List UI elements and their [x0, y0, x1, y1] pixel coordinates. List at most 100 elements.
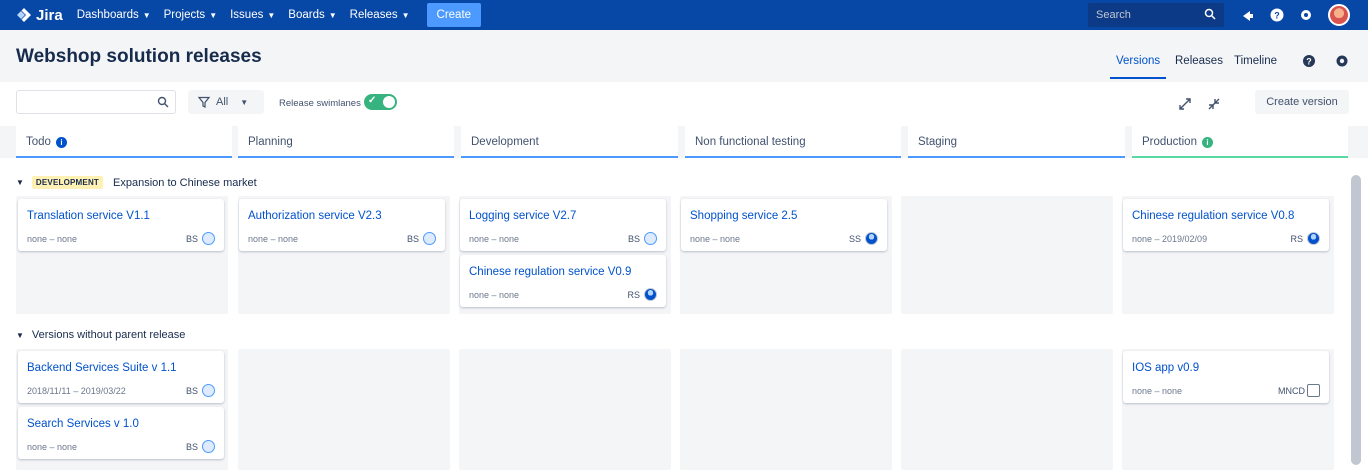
- version-search-input[interactable]: [16, 90, 176, 114]
- lane-cell: [459, 349, 671, 470]
- owner-initials: BS: [627, 234, 640, 244]
- tab-versions[interactable]: Versions: [1116, 55, 1160, 67]
- column-header-development: Development: [461, 126, 678, 158]
- filter-dropdown[interactable]: All ▼: [188, 90, 264, 114]
- version-dates: none – none: [690, 234, 741, 244]
- version-title[interactable]: Chinese regulation service V0.8: [1132, 210, 1294, 222]
- info-icon[interactable]: i: [1201, 136, 1213, 148]
- chevron-down-icon: ▼: [209, 10, 218, 20]
- expand-icon[interactable]: [1177, 96, 1193, 112]
- version-card[interactable]: Translation service V1.1 none – none BS: [18, 199, 224, 251]
- version-card[interactable]: Authorization service V2.3 none – none B…: [239, 199, 445, 251]
- svg-text:?: ?: [1274, 11, 1280, 21]
- version-dates: none – none: [469, 234, 520, 244]
- board-toolbar: All ▼ Release swimlanes ✓ Create version: [0, 82, 1368, 126]
- version-card[interactable]: Shopping service 2.5 none – none SS: [681, 199, 887, 251]
- nav-issues[interactable]: Issues ▼: [230, 9, 275, 21]
- version-dates: none – none: [27, 442, 78, 452]
- version-card[interactable]: IOS app v0.9 none – none MNCD: [1123, 351, 1329, 403]
- owner-avatar-icon: [644, 288, 657, 301]
- info-icon[interactable]: i: [55, 136, 67, 148]
- nav-dashboards[interactable]: Dashboards ▼: [77, 9, 151, 21]
- filter-label: All: [216, 96, 229, 108]
- chevron-down-icon: ▼: [142, 10, 151, 20]
- version-title[interactable]: Chinese regulation service V0.9: [469, 266, 631, 278]
- filter-funnel-icon: [198, 96, 210, 108]
- version-title[interactable]: IOS app v0.9: [1132, 362, 1199, 374]
- search-placeholder: Search: [1096, 9, 1131, 21]
- owner-initials: BS: [406, 234, 419, 244]
- version-card[interactable]: Logging service V2.7 none – none BS: [460, 199, 666, 251]
- column-name: Production: [1142, 136, 1197, 148]
- version-card[interactable]: Backend Services Suite v 1.1 2018/11/11 …: [18, 351, 224, 403]
- owner-initials: BS: [185, 386, 198, 396]
- help-icon[interactable]: ?: [1269, 7, 1285, 23]
- check-icon: ✓: [368, 95, 377, 106]
- version-title[interactable]: Backend Services Suite v 1.1: [27, 362, 177, 374]
- version-title[interactable]: Logging service V2.7: [469, 210, 576, 222]
- version-dates: none – none: [248, 234, 299, 244]
- lane-cell: [901, 196, 1113, 314]
- settings-gear-icon[interactable]: [1298, 7, 1314, 23]
- version-card[interactable]: Chinese regulation service V0.8 none – 2…: [1123, 199, 1329, 251]
- swimlane-title: Versions without parent release: [31, 329, 186, 341]
- owner-initials: BS: [185, 442, 198, 452]
- swimlane-header[interactable]: ▼ DEVELOPMENT Expansion to Chinese marke…: [16, 176, 257, 189]
- lane-cell: [680, 349, 892, 470]
- column-header-staging: Staging: [908, 126, 1125, 158]
- version-card[interactable]: Chinese regulation service V0.9 none – n…: [460, 255, 666, 307]
- owner-avatar-icon: [202, 440, 215, 453]
- version-title[interactable]: Shopping service 2.5: [690, 210, 797, 222]
- scrollbar-thumb[interactable]: [1351, 175, 1361, 465]
- version-dates: none – none: [469, 290, 520, 300]
- lane-cell: [901, 349, 1113, 470]
- page-header: Webshop solution releases Versions Relea…: [0, 30, 1368, 82]
- status-badge: DEVELOPMENT: [31, 176, 104, 189]
- owner-initials: RS: [1290, 234, 1303, 244]
- global-search-input[interactable]: Search: [1088, 3, 1224, 27]
- version-card[interactable]: Search Services v 1.0 none – none BS: [18, 407, 224, 459]
- tab-releases[interactable]: Releases: [1175, 55, 1223, 67]
- owner-initials: SS: [848, 234, 861, 244]
- owner-initials: MNCD: [1278, 386, 1305, 396]
- owner-avatar-icon: [423, 232, 436, 245]
- nav-projects[interactable]: Projects ▼: [164, 9, 217, 21]
- lane-cell: [238, 349, 450, 470]
- version-dates: none – none: [1132, 386, 1183, 396]
- svg-text:?: ?: [1306, 57, 1312, 67]
- owner-avatar-icon: [202, 232, 215, 245]
- jira-logo-icon: [17, 8, 31, 22]
- collapse-icon[interactable]: [1206, 96, 1222, 112]
- column-name: Development: [471, 136, 539, 148]
- page-title: Webshop solution releases: [16, 46, 262, 67]
- chevron-down-icon: ▼: [267, 10, 276, 20]
- notifications-icon[interactable]: [1240, 7, 1256, 23]
- jira-logo[interactable]: Jira: [16, 7, 63, 24]
- version-title[interactable]: Search Services v 1.0: [27, 418, 139, 430]
- version-title[interactable]: Authorization service V2.3: [248, 210, 382, 222]
- owner-avatar-icon: [1307, 232, 1320, 245]
- tab-timeline[interactable]: Timeline: [1234, 55, 1277, 67]
- create-version-button[interactable]: Create version: [1255, 90, 1349, 114]
- settings-gear-icon[interactable]: [1335, 54, 1349, 68]
- column-name: Staging: [918, 136, 958, 148]
- swimlane-title: Expansion to Chinese market: [113, 176, 257, 189]
- chevron-down-icon: ▼: [401, 10, 410, 20]
- search-icon: [157, 96, 169, 108]
- nav-releases[interactable]: Releases ▼: [350, 9, 410, 21]
- help-icon[interactable]: ?: [1302, 54, 1316, 68]
- nav-dashboards-label: Dashboards: [76, 9, 139, 21]
- release-swimlanes-toggle[interactable]: ✓: [364, 94, 397, 110]
- user-avatar[interactable]: [1328, 4, 1350, 26]
- version-dates: 2018/11/11 – 2019/03/22: [27, 386, 126, 396]
- nav-issues-label: Issues: [230, 9, 264, 21]
- create-button[interactable]: Create: [426, 3, 482, 27]
- search-icon: [1204, 8, 1216, 20]
- swimlane-header[interactable]: ▼ Versions without parent release: [16, 329, 185, 341]
- version-title[interactable]: Translation service V1.1: [27, 210, 150, 222]
- active-tab-indicator: [1110, 77, 1166, 79]
- nav-boards[interactable]: Boards ▼: [288, 9, 336, 21]
- owner-initials: RS: [627, 290, 640, 300]
- version-dates: none – none: [27, 234, 78, 244]
- logo-text: Jira: [36, 6, 63, 24]
